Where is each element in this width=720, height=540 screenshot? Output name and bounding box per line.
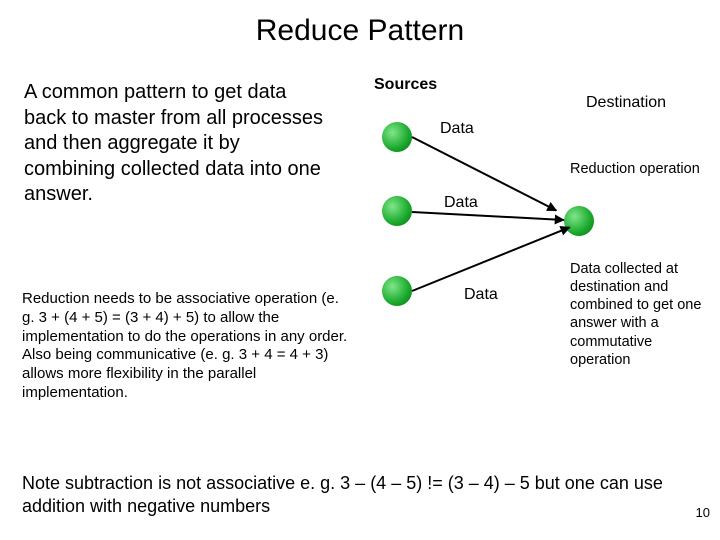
- reduce-diagram: Sources Destination Data Data Data: [360, 76, 700, 436]
- label-data-2: Data: [444, 194, 478, 212]
- label-sources: Sources: [374, 76, 437, 94]
- source-node-3: [382, 276, 412, 306]
- arrow-3: [412, 226, 570, 292]
- arrow-2: [412, 211, 564, 221]
- page-title: Reduce Pattern: [0, 0, 720, 48]
- arrow-1: [412, 136, 557, 211]
- associative-paragraph: Reduction needs to be associative operat…: [22, 290, 352, 403]
- label-data-1: Data: [440, 120, 474, 138]
- page-number: 10: [696, 505, 710, 520]
- label-reduction-op: Reduction operation: [570, 160, 710, 178]
- source-node-1: [382, 122, 412, 152]
- label-destination: Destination: [586, 94, 666, 112]
- footnote-paragraph: Note subtraction is not associative e. g…: [22, 472, 682, 517]
- source-node-2: [382, 196, 412, 226]
- label-data-3: Data: [464, 286, 498, 304]
- intro-paragraph: A common pattern to get data back to mas…: [24, 80, 324, 208]
- label-destination-blurb: Data collected at destination and combin…: [570, 260, 710, 369]
